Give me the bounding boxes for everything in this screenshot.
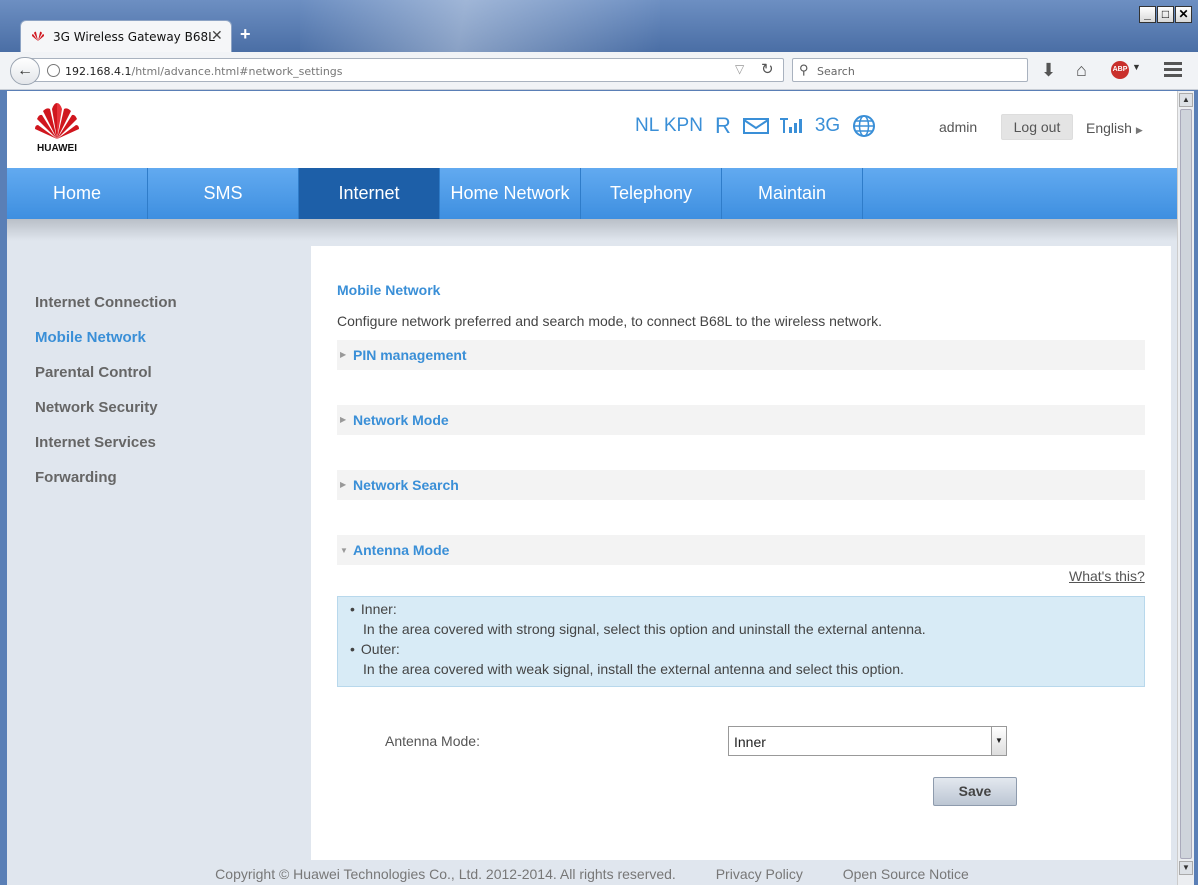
mail-icon[interactable] [742,117,769,135]
collapse-arrow-icon: ▼ [340,546,348,555]
chevron-down-icon[interactable]: ▼ [991,727,1006,755]
back-button[interactable]: ← [10,57,40,85]
back-arrow-icon: ← [17,62,33,79]
search-icon: ⚲ [799,62,809,77]
adblock-icon[interactable]: ABP [1111,61,1129,79]
adblock-dropdown-icon[interactable]: ▼ [1132,62,1141,72]
section-label: Network Mode [353,412,449,428]
sidebar-item-network-security[interactable]: Network Security [35,399,177,434]
maximize-icon[interactable]: □ [1157,6,1174,23]
close-tab-icon[interactable]: ✕ [211,27,223,44]
router-header: HUAWEI NL KPN R 3G admin Log out English… [7,91,1177,168]
antenna-help-box: Inner: In the area covered with strong s… [337,596,1145,687]
expand-arrow-icon: ▶ [340,415,347,424]
signal-strength-icon [779,118,802,133]
close-window-icon[interactable]: ✕ [1175,6,1192,23]
sidebar-item-mobile-network[interactable]: Mobile Network [35,329,177,364]
inner-title: Inner: [350,599,1144,619]
nav-shadow [7,219,1177,241]
sidebar-item-parental-control[interactable]: Parental Control [35,364,177,399]
antenna-mode-label: Antenna Mode: [385,733,480,749]
sidebar-item-forwarding[interactable]: Forwarding [35,469,177,504]
search-placeholder: Search [817,65,855,78]
footer: Copyright © Huawei Technologies Co., Ltd… [7,866,1177,882]
nav-internet[interactable]: Internet [299,168,440,219]
antenna-mode-select[interactable]: Inner ▼ [728,726,1007,756]
globe-icon [47,64,60,77]
section-network-mode[interactable]: ▶ Network Mode [337,405,1145,435]
home-icon[interactable]: ⌂ [1076,60,1087,81]
scroll-down-icon[interactable]: ▼ [1179,861,1193,875]
scroll-up-icon[interactable]: ▲ [1179,93,1193,107]
huawei-logo-icon [35,103,79,139]
section-antenna-mode[interactable]: ▼ Antenna Mode [337,535,1145,565]
sidebar-item-internet-connection[interactable]: Internet Connection [35,294,177,329]
page-title: Mobile Network [337,282,441,298]
brand-name: HUAWEI [37,143,77,154]
username: admin [939,119,978,135]
minimize-icon[interactable]: _ [1139,6,1156,23]
language-selector[interactable]: English ▶ [1086,120,1143,136]
expand-arrow-icon: ▶ [340,480,347,489]
outer-text: In the area covered with weak signal, in… [363,661,904,677]
hamburger-menu-icon[interactable] [1164,62,1182,78]
tab-title: 3G Wireless Gateway B68L [53,30,215,44]
sidebar: Internet Connection Mobile Network Paren… [35,294,177,504]
download-icon[interactable]: ⬇ [1041,60,1056,81]
open-source-notice-link[interactable]: Open Source Notice [843,866,969,882]
huawei-logo: HUAWEI [33,101,81,157]
sidebar-item-internet-services[interactable]: Internet Services [35,434,177,469]
address-bar[interactable]: 192.168.4.1/html/advance.html#network_se… [28,58,784,82]
page-viewport: HUAWEI NL KPN R 3G admin Log out English… [7,91,1177,885]
content-panel: Mobile Network Configure network preferr… [311,246,1171,860]
logout-button[interactable]: Log out [1001,114,1073,140]
copyright-text: Copyright © Huawei Technologies Co., Ltd… [215,866,676,882]
section-network-search[interactable]: ▶ Network Search [337,470,1145,500]
nav-maintain[interactable]: Maintain [722,168,863,219]
whats-this-link[interactable]: What's this? [1069,568,1145,584]
page-description: Configure network preferred and search m… [337,313,882,329]
nav-telephony[interactable]: Telephony [581,168,722,219]
section-label: PIN management [353,347,467,363]
section-label: Network Search [353,477,459,493]
search-input[interactable]: ⚲ Search [792,58,1028,82]
reload-icon[interactable]: ↻ [761,60,774,78]
status-bar: NL KPN R 3G [635,113,876,139]
operator-name: NL KPN [635,115,703,136]
antenna-mode-value: Inner [734,734,766,750]
roaming-indicator: R [714,113,731,138]
inner-text: In the area covered with strong signal, … [363,621,926,637]
vertical-scrollbar[interactable]: ▲ ▼ [1177,91,1194,885]
history-dropdown-icon[interactable]: ▽ [735,62,744,76]
language-label: English [1086,120,1132,136]
scrollbar-thumb[interactable] [1180,109,1192,859]
huawei-favicon-icon [32,31,44,41]
nav-sms[interactable]: SMS [148,168,299,219]
section-pin-management[interactable]: ▶ PIN management [337,340,1145,370]
nav-home[interactable]: Home [7,168,148,219]
new-tab-icon[interactable]: + [240,24,251,45]
internet-globe-icon [853,115,876,137]
section-label: Antenna Mode [353,542,450,558]
window-controls: _ □ ✕ [1138,6,1192,23]
expand-arrow-icon: ▶ [340,350,347,359]
main-navigation: Home SMS Internet Home Network Telephony… [7,168,1177,219]
chevron-right-icon: ▶ [1135,125,1143,135]
url-text: 192.168.4.1/html/advance.html#network_se… [65,65,343,78]
browser-tab[interactable]: 3G Wireless Gateway B68L ✕ [20,20,232,52]
network-type: 3G [814,115,841,136]
nav-home-network[interactable]: Home Network [440,168,581,219]
privacy-policy-link[interactable]: Privacy Policy [716,866,803,882]
save-button[interactable]: Save [933,777,1017,806]
outer-title: Outer: [350,639,1144,659]
